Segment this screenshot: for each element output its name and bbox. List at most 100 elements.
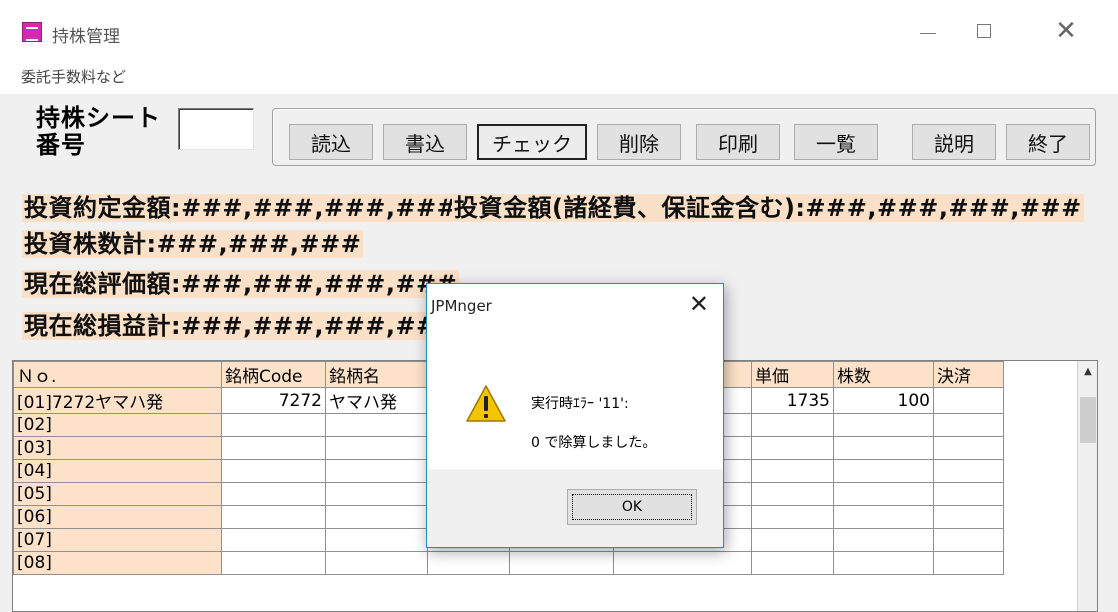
table-cell[interactable] — [509, 551, 614, 575]
table-cell[interactable] — [221, 505, 326, 529]
promised-amount-label: 投資約定金額: — [24, 194, 182, 222]
scroll-up-icon[interactable]: ▲ — [1080, 363, 1096, 379]
dialog-close-icon[interactable]: ✕ — [689, 292, 709, 316]
table-cell[interactable] — [933, 413, 1004, 437]
row-header-cell[interactable]: [07] — [13, 528, 222, 552]
row-header-cell[interactable]: [08] — [13, 551, 222, 575]
table-cell[interactable] — [933, 528, 1004, 552]
list-button[interactable]: 一覧 — [794, 124, 878, 160]
shares-total-row: 投資株数計:###,###,### — [22, 230, 364, 258]
table-cell[interactable] — [325, 551, 428, 575]
table-cell[interactable] — [221, 413, 326, 437]
table-cell[interactable] — [833, 436, 934, 460]
table-cell[interactable] — [427, 551, 510, 575]
row-header-cell[interactable]: [03] — [13, 436, 222, 460]
table-cell[interactable] — [751, 413, 834, 437]
valuation-value: ###,###,###,### — [181, 270, 458, 298]
table-cell[interactable] — [833, 413, 934, 437]
row-header-cell[interactable]: [06] — [13, 505, 222, 529]
shares-total-label: 投資株数計: — [24, 230, 157, 258]
write-button[interactable]: 書込 — [383, 124, 467, 160]
table-cell[interactable] — [833, 482, 934, 506]
shares-total-value: ###,###,### — [156, 230, 362, 258]
column-header: 銘柄Code — [221, 361, 326, 388]
table-cell[interactable] — [221, 436, 326, 460]
sheet-label-line2: 番号 — [36, 131, 86, 159]
row-header-cell[interactable]: [01]7272ヤマハ発 — [13, 387, 222, 414]
table-cell[interactable] — [325, 528, 428, 552]
table-cell[interactable] — [221, 528, 326, 552]
dialog-footer: OK — [427, 469, 723, 547]
dialog-title: JPMnger — [431, 297, 492, 315]
table-cell[interactable] — [751, 436, 834, 460]
table-cell[interactable] — [833, 505, 934, 529]
table-cell[interactable] — [751, 459, 834, 483]
column-header: 決済 — [933, 361, 1004, 388]
valuation-row: 現在総評価額:###,###,###,### — [22, 270, 460, 298]
load-button[interactable]: 読込 — [289, 124, 373, 160]
table-cell[interactable]: ヤマハ発 — [325, 387, 428, 414]
table-cell[interactable] — [933, 482, 1004, 506]
table-cell[interactable] — [933, 551, 1004, 575]
table-cell[interactable] — [613, 551, 752, 575]
table-cell[interactable] — [933, 387, 1004, 414]
help-button[interactable]: 説明 — [912, 124, 996, 160]
table-cell[interactable]: 7272 — [221, 387, 326, 414]
table-cell[interactable] — [833, 528, 934, 552]
dialog-message-detail: 0 で除算しました。 — [531, 435, 657, 451]
table-cell[interactable] — [325, 413, 428, 437]
table-row[interactable]: [08] — [13, 551, 1004, 575]
table-cell[interactable]: 100 — [833, 387, 934, 414]
column-header: 単価 — [751, 361, 834, 388]
exit-button[interactable]: 終了 — [1006, 124, 1090, 160]
invest-amount-row: 投資金額(諸経費、保証金含む):###,###,###,### — [452, 194, 1084, 222]
delete-button[interactable]: 削除 — [597, 124, 681, 160]
close-icon: ✕ — [1055, 16, 1077, 46]
table-cell[interactable] — [325, 505, 428, 529]
menu-bar: 委託手数料など — [0, 60, 1118, 94]
table-cell[interactable] — [751, 505, 834, 529]
profit-row: 現在総損益計:###,###,###,### — [22, 312, 460, 340]
sheet-number-input[interactable] — [178, 108, 254, 150]
table-cell[interactable] — [933, 459, 1004, 483]
print-button[interactable]: 印刷 — [696, 124, 780, 160]
table-cell[interactable] — [933, 505, 1004, 529]
minimize-button[interactable] — [908, 14, 948, 48]
app-icon — [22, 22, 42, 42]
row-header-cell[interactable]: [04] — [13, 459, 222, 483]
sheet-label-line1: 持株シート — [36, 104, 161, 132]
promised-amount-row: 投資約定金額:###,###,###,### — [22, 194, 460, 222]
table-cell[interactable] — [221, 482, 326, 506]
table-cell[interactable] — [325, 482, 428, 506]
maximize-button[interactable] — [964, 14, 1004, 48]
check-button[interactable]: チェック — [477, 124, 587, 160]
title-bar: 持株管理 ✕ — [0, 0, 1118, 60]
warning-icon — [466, 385, 506, 422]
table-cell[interactable] — [751, 528, 834, 552]
table-cell[interactable] — [325, 459, 428, 483]
close-button[interactable]: ✕ — [1046, 14, 1086, 48]
scroll-thumb[interactable] — [1080, 397, 1096, 443]
table-cell[interactable] — [833, 459, 934, 483]
column-header: Ｎｏ. — [13, 361, 222, 388]
valuation-label: 現在総評価額: — [24, 270, 182, 298]
table-cell[interactable] — [751, 482, 834, 506]
table-cell[interactable] — [221, 551, 326, 575]
table-cell[interactable]: 1735 — [751, 387, 834, 414]
ok-button[interactable]: OK — [567, 489, 697, 525]
vertical-scrollbar[interactable]: ▲ — [1077, 361, 1097, 611]
table-cell[interactable] — [221, 459, 326, 483]
column-header: 銘柄名 — [325, 361, 428, 388]
column-header: 株数 — [833, 361, 934, 388]
table-cell[interactable] — [751, 551, 834, 575]
row-header-cell[interactable]: [02] — [13, 413, 222, 437]
table-cell[interactable] — [833, 551, 934, 575]
table-cell[interactable] — [933, 436, 1004, 460]
menu-item-commission[interactable]: 委託手数料など — [21, 66, 126, 87]
table-cell[interactable] — [325, 436, 428, 460]
minimize-icon — [920, 32, 936, 34]
window-title: 持株管理 — [52, 27, 120, 47]
row-header-cell[interactable]: [05] — [13, 482, 222, 506]
dialog-message-error: 実行時ｴﾗｰ '11': — [531, 396, 629, 412]
error-dialog: JPMnger ✕ 実行時ｴﾗｰ '11': 0 で除算しました。 OK — [426, 283, 724, 548]
